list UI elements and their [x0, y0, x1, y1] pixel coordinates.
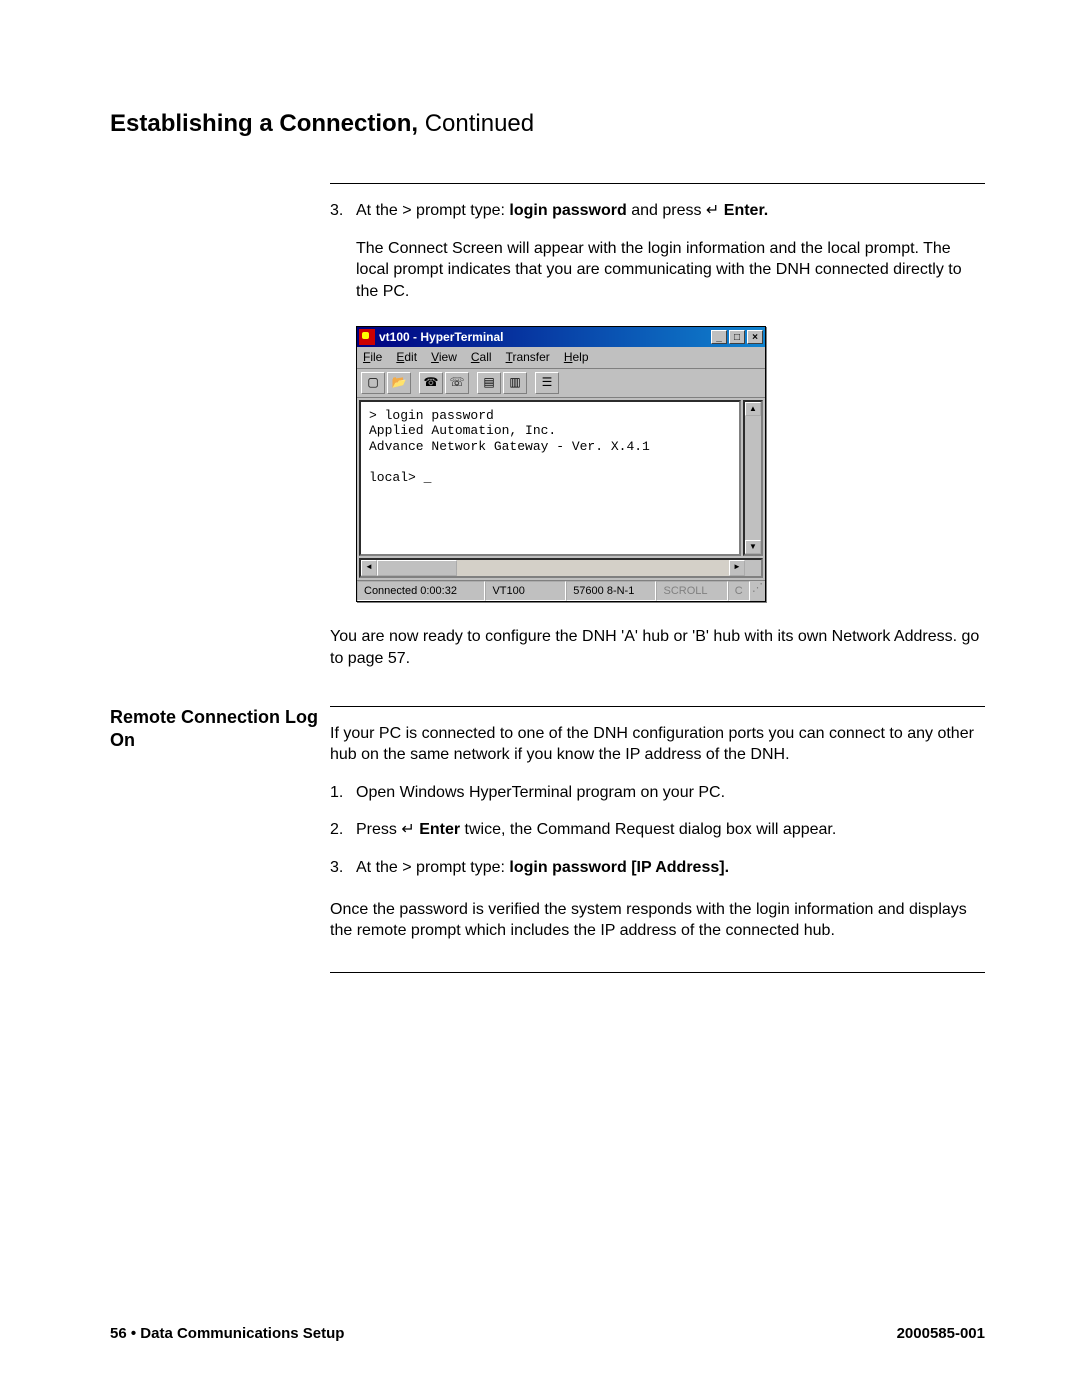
- maximize-button[interactable]: □: [729, 330, 745, 344]
- status-caps: C: [728, 581, 750, 602]
- remote-closing: Once the password is verified the system…: [330, 899, 985, 942]
- menu-view[interactable]: View: [431, 349, 457, 365]
- tb-props-icon[interactable]: ☰: [535, 372, 559, 394]
- page-title: Establishing a Connection, Continued: [110, 110, 985, 138]
- menu-edit[interactable]: Edit: [396, 349, 417, 365]
- ht-title: vt100 - HyperTerminal: [379, 329, 711, 345]
- rule-section2-top: [330, 706, 985, 707]
- title-main: Establishing a Connection,: [110, 110, 425, 137]
- minimize-button[interactable]: _: [711, 330, 727, 344]
- hyperterminal-window: vt100 - HyperTerminal _ □ × File Edit Vi…: [356, 326, 766, 602]
- menu-file[interactable]: File: [363, 349, 382, 365]
- tb-send-icon[interactable]: ▤: [477, 372, 501, 394]
- step-3-text: At the > prompt type: login password and…: [356, 200, 985, 222]
- ht-statusbar: Connected 0:00:32 VT100 57600 8-N-1 SCRO…: [357, 580, 765, 602]
- remote-step-1-num: 1.: [330, 782, 356, 804]
- ht-toolbar: ▢ 📂 ☎ ☏ ▤ ▥ ☰: [357, 369, 765, 398]
- remote-step-3: At the > prompt type: login password [IP…: [356, 857, 985, 879]
- tb-new-icon[interactable]: ▢: [361, 372, 385, 394]
- ht-menubar: File Edit View Call Transfer Help: [357, 347, 765, 368]
- menu-help[interactable]: Help: [564, 349, 589, 365]
- ht-titlebar[interactable]: vt100 - HyperTerminal _ □ ×: [357, 327, 765, 347]
- footer-doc-number: 2000585-001: [897, 1325, 985, 1342]
- remote-step-2-num: 2.: [330, 819, 356, 841]
- status-emulation: VT100: [485, 581, 566, 602]
- resize-grip-icon[interactable]: ⋰: [750, 581, 765, 602]
- close-button[interactable]: ×: [747, 330, 763, 344]
- remote-step-1: Open Windows HyperTerminal program on yo…: [356, 782, 985, 804]
- remote-intro: If your PC is connected to one of the DN…: [330, 723, 985, 766]
- page-footer: 56 • Data Communications Setup 2000585-0…: [110, 1325, 985, 1342]
- menu-call[interactable]: Call: [471, 349, 492, 365]
- footer-section-title: Data Communications Setup: [140, 1325, 344, 1342]
- menu-transfer[interactable]: Transfer: [506, 349, 550, 365]
- remote-step-3-num: 3.: [330, 857, 356, 879]
- scroll-left-icon[interactable]: ◄: [361, 560, 377, 576]
- footer-page-number: 56: [110, 1325, 127, 1342]
- connect-screen-paragraph: The Connect Screen will appear with the …: [356, 238, 985, 303]
- status-connected: Connected 0:00:32: [357, 581, 485, 602]
- section-heading-remote: Remote Connection Log On: [110, 706, 330, 753]
- scroll-down-icon[interactable]: ▼: [745, 540, 761, 554]
- rule-top: [330, 183, 985, 184]
- after-image-paragraph: You are now ready to configure the DNH '…: [330, 626, 985, 669]
- ht-app-icon: [359, 329, 375, 345]
- step-number-3: 3.: [330, 200, 356, 222]
- scroll-right-icon[interactable]: ►: [729, 560, 745, 576]
- rule-section2-bottom: [330, 972, 985, 973]
- remote-step-2: Press ↵ Enter twice, the Command Request…: [356, 819, 985, 841]
- status-baud: 57600 8-N-1: [566, 581, 656, 602]
- vertical-scrollbar[interactable]: ▲ ▼: [743, 400, 763, 556]
- title-continued: Continued: [425, 110, 534, 137]
- hscroll-thumb[interactable]: [377, 560, 457, 576]
- tb-open-icon[interactable]: 📂: [387, 372, 411, 394]
- horizontal-scrollbar[interactable]: ◄ ►: [359, 558, 763, 578]
- scroll-up-icon[interactable]: ▲: [745, 402, 761, 416]
- terminal-area[interactable]: > login password Applied Automation, Inc…: [359, 400, 741, 556]
- tb-hangup-icon[interactable]: ☏: [445, 372, 469, 394]
- tb-receive-icon[interactable]: ▥: [503, 372, 527, 394]
- tb-call-icon[interactable]: ☎: [419, 372, 443, 394]
- status-scroll: SCROLL: [656, 581, 727, 602]
